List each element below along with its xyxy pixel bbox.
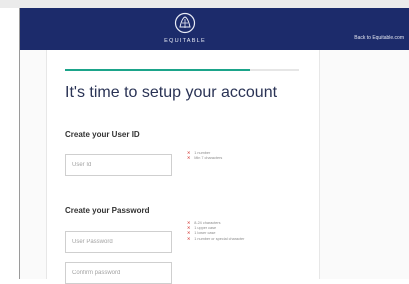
top-strip bbox=[0, 0, 409, 8]
requirement-x-icon: ✕ bbox=[187, 226, 191, 231]
back-to-site-link[interactable]: Back to Equitable.com bbox=[354, 35, 404, 41]
requirement-item: ✕ 1 number or special character bbox=[187, 236, 245, 241]
requirement-x-icon: ✕ bbox=[187, 151, 191, 155]
user-id-input[interactable] bbox=[65, 154, 172, 176]
progress-bar bbox=[65, 69, 299, 71]
setup-form-panel: It's time to setup your account Create y… bbox=[46, 50, 320, 284]
password-requirements: ✕ 8-24 characters ✕ 1 upper case ✕ 1 lower … bbox=[187, 221, 244, 242]
requirement-item: ✕ Min 7 characters bbox=[187, 156, 223, 161]
requirement-x-icon: ✕ bbox=[187, 236, 191, 241]
page-title: It's time to setup your account bbox=[65, 84, 278, 101]
confirm-password-input[interactable] bbox=[65, 262, 172, 284]
user-id-requirements: ✕ 1 number ✕ Min 7 characters bbox=[187, 151, 222, 161]
password-heading: Create your Password bbox=[65, 206, 150, 215]
requirement-x-icon: ✕ bbox=[187, 231, 191, 236]
user-id-heading: Create your User ID bbox=[65, 130, 140, 139]
requirement-x-icon: ✕ bbox=[187, 156, 191, 161]
logo-text: EQUITABLE bbox=[164, 38, 206, 44]
equitable-emblem-icon bbox=[174, 12, 196, 34]
requirement-x-icon: ✕ bbox=[187, 221, 191, 225]
progress-fill bbox=[65, 69, 250, 71]
site-header: EQUITABLE Back to Equitable.com bbox=[19, 8, 409, 50]
password-input[interactable] bbox=[65, 231, 172, 253]
